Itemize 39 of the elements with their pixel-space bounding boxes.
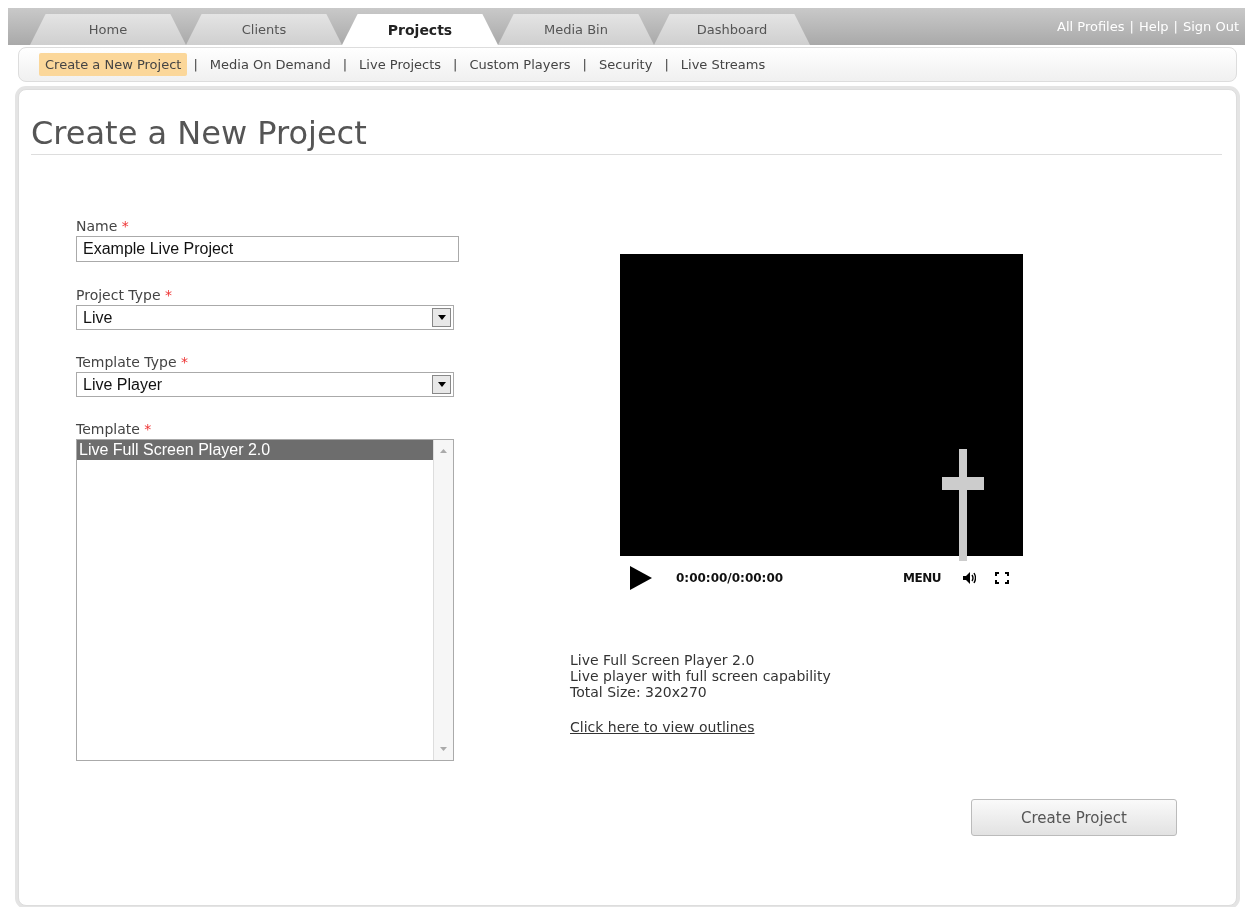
template-info-line: Live player with full screen capability	[570, 668, 832, 684]
speaker-icon[interactable]	[963, 572, 976, 584]
subnav-link[interactable]: Security	[593, 53, 659, 76]
list-option[interactable]: Live Full Screen Player 2.0	[77, 440, 433, 460]
nav-tab[interactable]: Clients	[186, 14, 342, 45]
subnav-link[interactable]: Live Streams	[674, 53, 772, 76]
field-label: Template *	[76, 421, 153, 437]
separator: |	[453, 57, 458, 72]
time-display: 0:00:00/0:00:00	[676, 571, 784, 585]
separator: |	[664, 57, 669, 72]
separator: |	[1129, 19, 1134, 34]
menu-button[interactable]: MENU	[903, 571, 941, 585]
subnav-link[interactable]: Live Projects	[353, 53, 448, 76]
play-icon[interactable]	[630, 566, 652, 590]
create-project-button[interactable]: Create Project	[971, 799, 1177, 836]
nav-tab[interactable]: Dashboard	[654, 14, 810, 45]
subnav-link[interactable]: Media On Demand	[203, 53, 337, 76]
field-label: Template Type *	[76, 354, 189, 370]
nav-tab[interactable]: Home	[30, 14, 186, 45]
caret-icon	[437, 315, 446, 320]
template-info-line: Live Full Screen Player 2.0	[570, 652, 756, 668]
nav-tab[interactable]: Media Bin	[498, 14, 654, 45]
separator: |	[582, 57, 587, 72]
name-input[interactable]: Example Live Project	[76, 236, 459, 262]
template-info-line: Total Size: 320x270	[570, 684, 708, 700]
field-label: Project Type *	[76, 287, 173, 303]
page-title: Create a New Project	[31, 90, 1222, 155]
separator: |	[342, 57, 348, 72]
separator: |	[193, 57, 198, 72]
separator: |	[1173, 19, 1178, 34]
fullscreen-icon[interactable]	[995, 572, 1009, 584]
dropdown[interactable]: Live Player	[76, 372, 454, 397]
field-label: Name *	[76, 218, 130, 234]
caret-icon	[437, 382, 446, 387]
nav-tab[interactable]: Projects	[342, 14, 498, 45]
dropdown[interactable]: Live	[76, 305, 454, 330]
view-outlines-link[interactable]: Click here to view outlines	[570, 719, 755, 735]
subnav-link[interactable]: Create a New Project	[39, 53, 188, 76]
subnav-link[interactable]: Custom Players	[463, 53, 577, 76]
